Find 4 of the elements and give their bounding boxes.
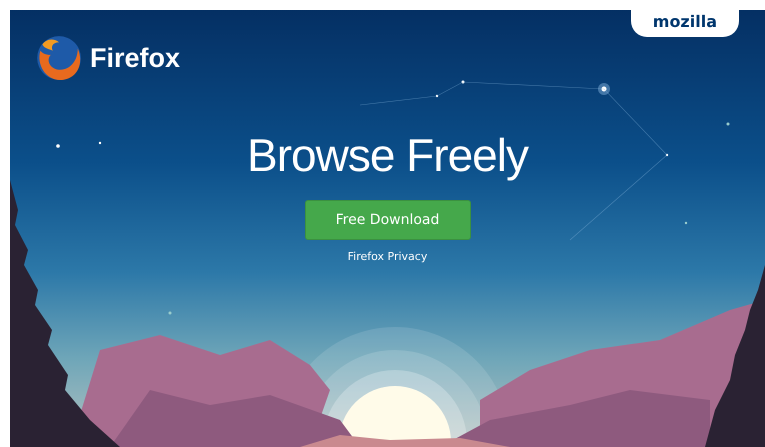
logo-text[interactable]: Firefox: [90, 42, 180, 74]
mozilla-tab[interactable]: mozilla: [630, 10, 739, 37]
hero-title: Browse Freely: [247, 128, 528, 182]
privacy-link[interactable]: Firefox Privacy: [348, 250, 428, 263]
